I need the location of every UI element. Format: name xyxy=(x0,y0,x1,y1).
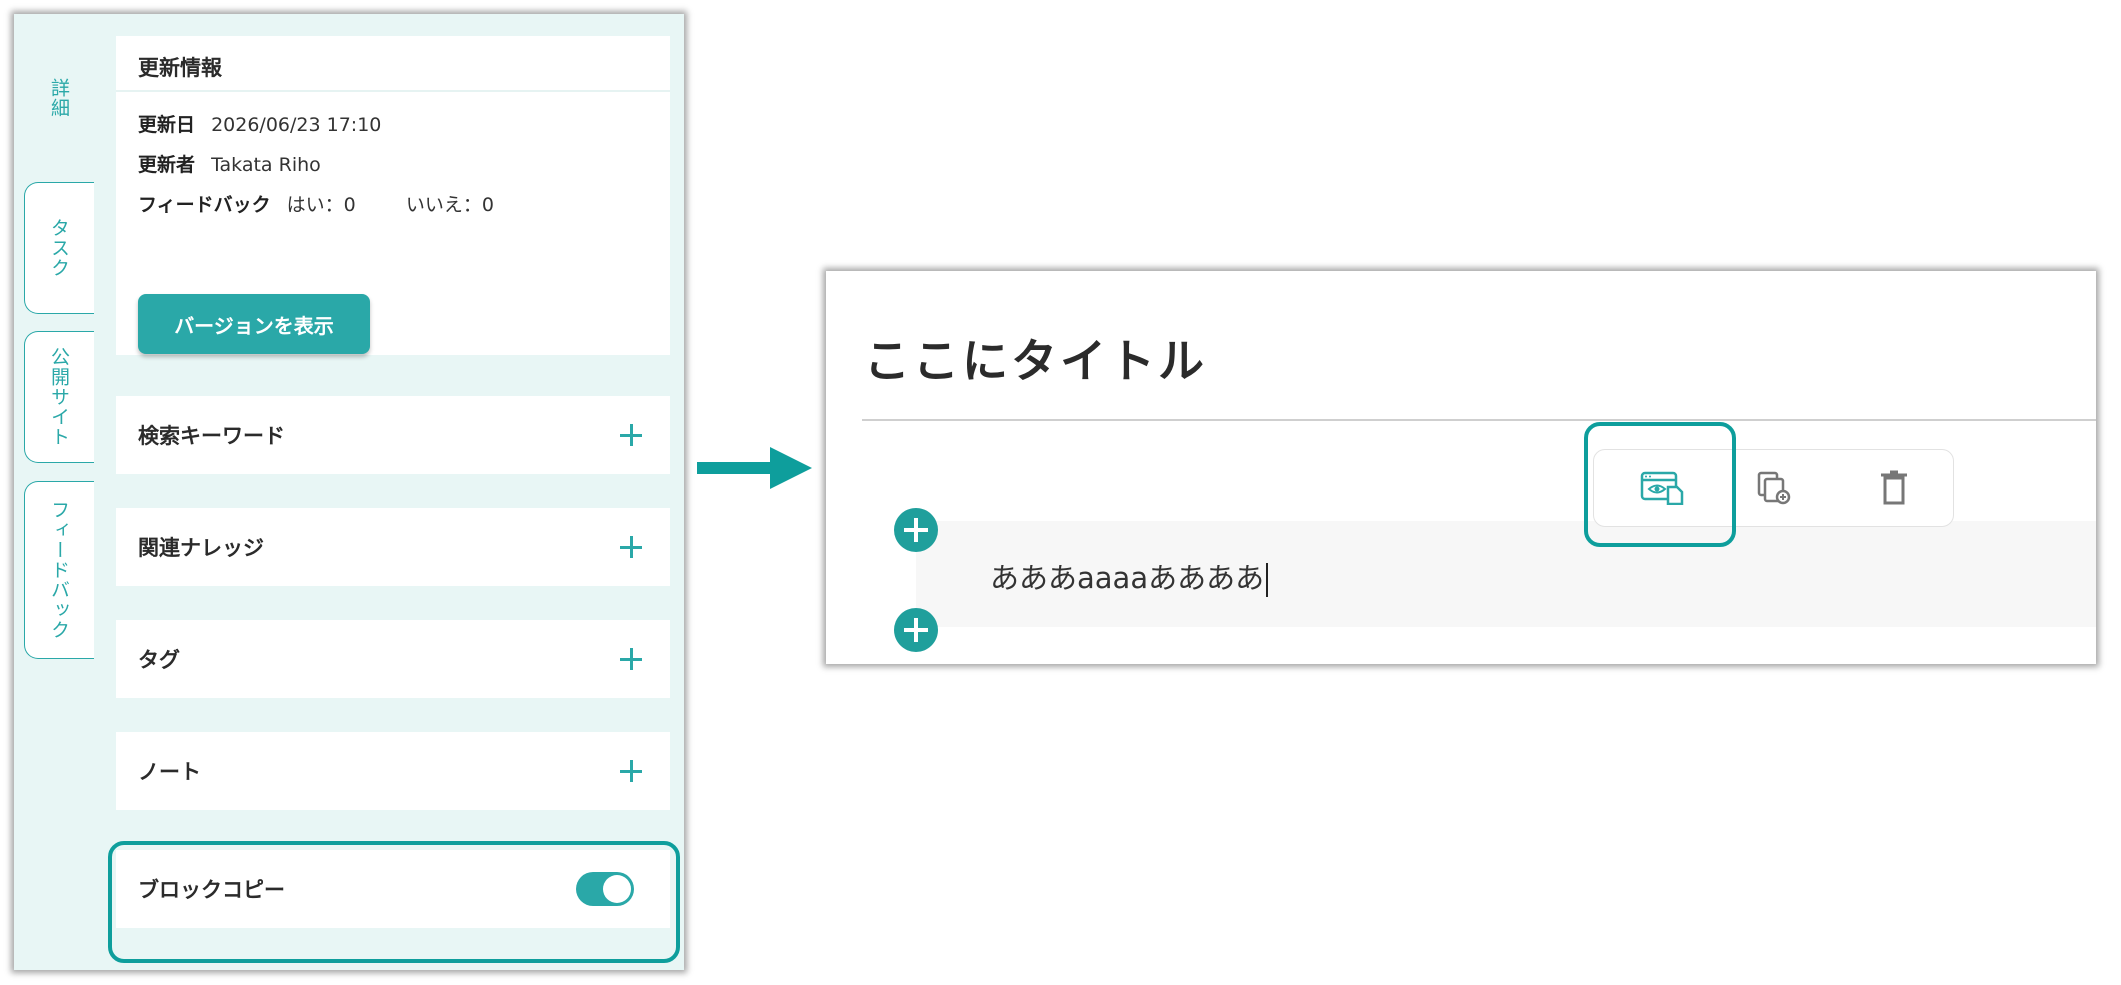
card-divider xyxy=(116,90,670,92)
tab-public-site[interactable]: 公開サイト xyxy=(24,331,94,463)
feedback-label: フィードバック xyxy=(138,194,271,216)
feedback-yes-count: はい：0 xyxy=(286,194,356,216)
text-caret xyxy=(1266,563,1269,597)
trash-icon xyxy=(1881,470,1907,505)
plus-icon[interactable] xyxy=(620,536,642,558)
tab-tasks[interactable]: タスク xyxy=(24,182,94,314)
delete-button[interactable] xyxy=(1864,460,1924,516)
updater-label: 更新者 xyxy=(138,154,196,176)
section-notes-label: ノート xyxy=(138,760,201,784)
section-tags[interactable]: タグ xyxy=(116,620,670,698)
text-block-content[interactable]: あああaaaaああああ xyxy=(990,555,1269,597)
tab-feedback-label: フィードバック xyxy=(48,500,70,640)
show-version-button[interactable]: バージョンを表示 xyxy=(138,294,370,354)
updater-value: Takata Riho xyxy=(211,154,321,176)
section-tags-label: タグ xyxy=(138,648,180,672)
updater-row: 更新者 Takata Riho xyxy=(138,150,321,177)
section-search-keywords[interactable]: 検索キーワード xyxy=(116,396,670,474)
highlight-frame xyxy=(1584,422,1736,547)
editor-screenshot: ここにタイトル あああaaaaああああ xyxy=(826,271,2096,664)
sidebar-panel-screenshot: 詳細 タスク 公開サイト フィードバック 更新情報 更新日 2026/06/23… xyxy=(14,14,684,970)
updated-date-label: 更新日 xyxy=(138,114,196,136)
tab-feedback[interactable]: フィードバック xyxy=(24,481,94,659)
arrow-right-icon xyxy=(697,462,772,474)
updated-date-value: 2026/06/23 17:10 xyxy=(211,114,382,136)
page-title[interactable]: ここにタイトル xyxy=(864,325,1207,391)
updated-date-row: 更新日 2026/06/23 17:10 xyxy=(138,110,381,137)
tab-details[interactable]: 詳細 xyxy=(24,32,94,164)
add-block-below-button[interactable] xyxy=(894,608,938,652)
duplicate-icon xyxy=(1757,471,1791,505)
tab-details-label: 詳細 xyxy=(48,78,70,118)
plus-icon[interactable] xyxy=(620,424,642,446)
title-divider xyxy=(862,419,2096,421)
add-block-above-button[interactable] xyxy=(894,508,938,552)
tab-public-site-label: 公開サイト xyxy=(48,347,70,447)
section-related-knowledge[interactable]: 関連ナレッジ xyxy=(116,508,670,586)
feedback-row: フィードバック はい：0 いいえ：0 xyxy=(138,190,494,217)
section-search-keywords-label: 検索キーワード xyxy=(138,424,285,448)
update-info-title: 更新情報 xyxy=(138,56,222,80)
plus-icon[interactable] xyxy=(620,648,642,670)
tab-tasks-label: タスク xyxy=(48,218,70,278)
feedback-no-count: いいえ：0 xyxy=(405,194,494,216)
arrow-right-head xyxy=(770,447,812,489)
highlight-frame xyxy=(108,841,680,963)
duplicate-button[interactable] xyxy=(1744,460,1804,516)
update-info-card: 更新情報 更新日 2026/06/23 17:10 更新者 Takata Rih… xyxy=(116,36,670,355)
block-text: あああaaaaああああ xyxy=(990,561,1265,595)
plus-icon[interactable] xyxy=(620,760,642,782)
section-related-knowledge-label: 関連ナレッジ xyxy=(138,536,264,560)
section-notes[interactable]: ノート xyxy=(116,732,670,810)
